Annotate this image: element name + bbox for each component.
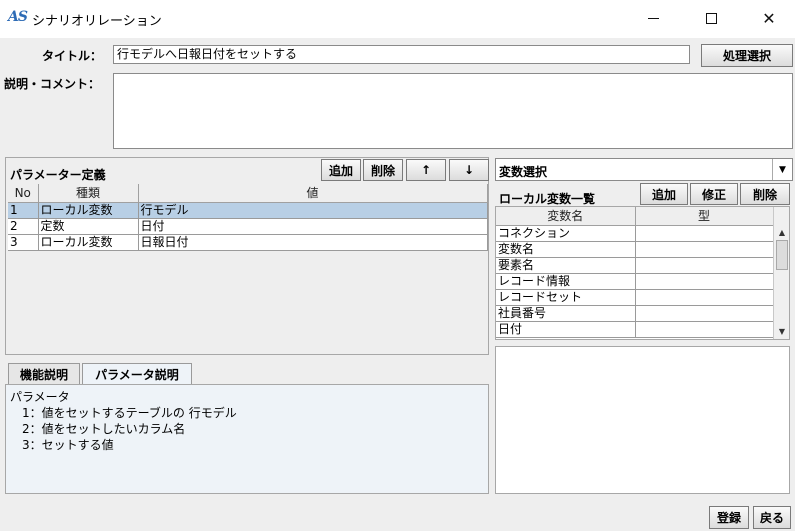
cell-value: 行モデル: [138, 202, 488, 219]
cell-variable-name: レコードセット: [496, 289, 636, 306]
scroll-down-icon[interactable]: ▼: [774, 325, 789, 337]
scroll-up-icon[interactable]: ▲: [774, 226, 789, 238]
cell-type: [635, 241, 774, 258]
column-header-no[interactable]: No: [8, 184, 39, 203]
cell-kind: 定数: [38, 218, 139, 235]
title-label: タイトル：: [42, 49, 103, 63]
maximize-icon: [705, 12, 717, 24]
minimize-button[interactable]: [630, 0, 676, 36]
parameter-table: No 種類 値 1 ローカル変数 行モデル 2 定数 日付 3 ローカル変数 日…: [8, 184, 488, 251]
local-variables-title: ローカル変数一覧: [499, 192, 596, 206]
cell-variable-name: 変数名: [496, 241, 636, 258]
column-header-type[interactable]: 型: [635, 207, 774, 226]
description-line: 2：値をセットしたいカラム名: [10, 422, 186, 436]
table-row[interactable]: 1 ローカル変数 行モデル: [8, 202, 488, 219]
cell-variable-name: 日付: [496, 321, 636, 338]
table-row[interactable]: 日付: [496, 321, 774, 338]
cell-type: [635, 289, 774, 306]
table-row[interactable]: レコードセット: [496, 289, 774, 306]
title-input[interactable]: 行モデルへ日報日付をセットする: [113, 45, 690, 64]
table-row[interactable]: レコード情報: [496, 273, 774, 290]
register-button[interactable]: 登録: [709, 506, 749, 529]
cell-no: 2: [8, 218, 39, 235]
variable-add-button[interactable]: 追加: [640, 183, 688, 205]
cell-value: 日付: [138, 218, 488, 235]
maximize-button[interactable]: [688, 0, 734, 36]
cell-value: 日報日付: [138, 234, 488, 251]
scroll-thumb[interactable]: [776, 240, 788, 270]
arrow-down-icon: ↓: [463, 163, 475, 177]
app-logo: AS: [8, 9, 28, 25]
param-add-button[interactable]: 追加: [321, 159, 361, 181]
variable-select-value: 変数選択: [499, 165, 548, 179]
window-title: シナリオリレーション: [32, 14, 162, 29]
cell-type: [635, 321, 774, 338]
table-row[interactable]: 社員番号: [496, 305, 774, 322]
cell-variable-name: 要素名: [496, 257, 636, 274]
param-delete-button[interactable]: 削除: [363, 159, 403, 181]
cell-variable-name: 社員番号: [496, 305, 636, 322]
parameter-table-wrap: No 種類 値 1 ローカル変数 行モデル 2 定数 日付 3 ローカル変数 日…: [8, 184, 488, 251]
back-button[interactable]: 戻る: [753, 506, 791, 529]
cell-type: [635, 273, 774, 290]
param-up-button[interactable]: ↑: [406, 159, 446, 181]
cell-kind: ローカル変数: [38, 234, 139, 251]
cell-variable-name: コネクション: [496, 225, 636, 242]
description-line: 3：セットする値: [10, 438, 114, 452]
variable-delete-button[interactable]: 削除: [740, 183, 790, 205]
variable-edit-button[interactable]: 修正: [690, 183, 738, 205]
cell-kind: ローカル変数: [38, 202, 139, 219]
comment-textarea[interactable]: [113, 73, 793, 149]
local-variables-table: 変数名 型 コネクション 変数名 要素名 レコード情報 レコードセット 社員番号…: [496, 207, 774, 338]
cell-type: [635, 225, 774, 242]
cell-no: 3: [8, 234, 39, 251]
table-row[interactable]: 変数名: [496, 241, 774, 258]
local-variables-list: 変数名 型 コネクション 変数名 要素名 レコード情報 レコードセット 社員番号…: [495, 206, 790, 340]
variable-detail-area: [495, 346, 790, 494]
table-row[interactable]: 3 ローカル変数 日報日付: [8, 234, 488, 251]
cell-no: 1: [8, 202, 39, 219]
tab-function-description[interactable]: 機能説明: [8, 363, 80, 384]
cell-type: [635, 257, 774, 274]
column-header-kind[interactable]: 種類: [38, 184, 139, 203]
variables-scrollbar[interactable]: ▲ ▼: [773, 207, 789, 339]
tab-parameter-description[interactable]: パラメータ説明: [82, 363, 192, 384]
comment-label: 説明・コメント：: [4, 77, 101, 91]
table-row[interactable]: コネクション: [496, 225, 774, 242]
close-button[interactable]: ✕: [746, 0, 792, 36]
table-row[interactable]: 要素名: [496, 257, 774, 274]
column-header-variable-name[interactable]: 変数名: [496, 207, 636, 226]
param-down-button[interactable]: ↓: [449, 159, 489, 181]
arrow-up-icon: ↑: [420, 163, 432, 177]
description-line: パラメータ: [10, 390, 70, 404]
process-select-button[interactable]: 処理選択: [701, 44, 793, 67]
table-row[interactable]: 2 定数 日付: [8, 218, 488, 235]
cell-variable-name: レコード情報: [496, 273, 636, 290]
description-line: 1：値をセットするテーブルの 行モデル: [10, 406, 237, 420]
dropdown-arrow-icon[interactable]: ▼: [772, 159, 792, 180]
parameter-section-title: パラメーター定義: [10, 168, 106, 182]
column-header-value[interactable]: 値: [138, 184, 488, 203]
cell-type: [635, 305, 774, 322]
description-panel: パラメータ 1：値をセットするテーブルの 行モデル 2：値をセットしたいカラム名…: [5, 384, 489, 494]
close-icon: ✕: [762, 8, 776, 28]
minimize-icon: [647, 17, 659, 19]
